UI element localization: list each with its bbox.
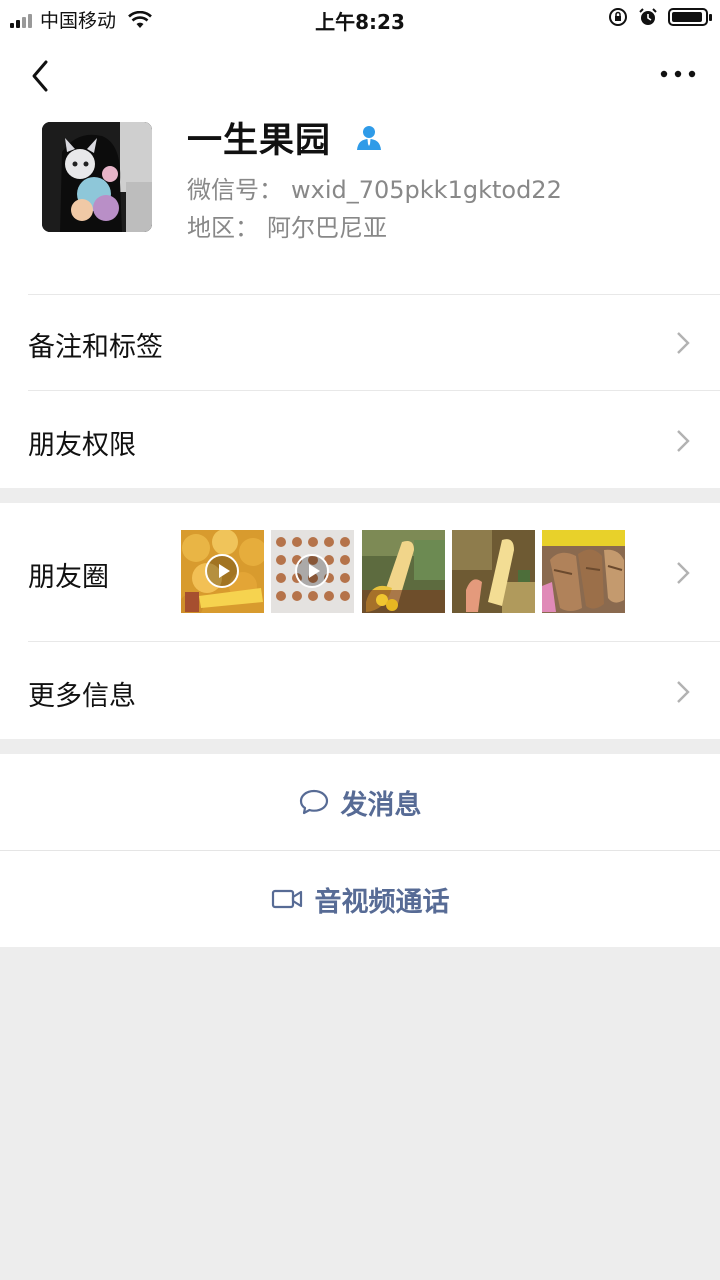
status-right	[608, 7, 712, 27]
status-bar: 中国移动 上午8:23	[0, 0, 720, 40]
moments-thumbnail[interactable]	[362, 530, 445, 613]
wechat-id-line: 微信号： wxid_705pkk1gktod22	[187, 170, 562, 205]
moments-thumbnail[interactable]	[542, 530, 625, 613]
rotation-lock-icon	[609, 8, 627, 26]
wechat-id-value: wxid_705pkk1gktod22	[291, 176, 562, 204]
more-options-button[interactable]	[658, 62, 698, 86]
profile-name: 一生果园	[187, 121, 332, 161]
chat-bubble-icon	[299, 789, 328, 815]
moments-thumbnail[interactable]	[271, 530, 354, 613]
remarks-tags-label: 备注和标签	[28, 332, 163, 363]
chevron-right-icon	[677, 562, 690, 584]
avatar[interactable]	[42, 122, 152, 232]
chevron-right-icon	[677, 430, 690, 452]
friend-permissions-row[interactable]: 朋友权限	[0, 391, 720, 488]
more-info-label: 更多信息	[28, 681, 136, 712]
chevron-right-icon	[677, 332, 690, 354]
region-value: 阿尔巴尼亚	[267, 214, 387, 242]
moments-thumbnail[interactable]	[452, 530, 535, 613]
battery-level	[672, 12, 702, 22]
send-message-button[interactable]: 发消息	[0, 754, 720, 850]
more-info-row[interactable]: 更多信息	[0, 642, 720, 739]
avatar-image	[42, 122, 152, 232]
friend-permissions-label: 朋友权限	[28, 430, 136, 461]
play-icon	[205, 554, 239, 588]
back-button[interactable]	[22, 56, 62, 96]
battery-icon	[668, 8, 712, 26]
moments-thumbnail[interactable]	[181, 530, 264, 613]
region-label: 地区：	[187, 214, 259, 242]
play-icon	[295, 554, 329, 588]
video-call-button[interactable]: 音视频通话	[0, 851, 720, 947]
profile-card: 一生果园 微信号： wxid_705pkk1gktod22 地区： 阿尔巴尼亚 备注…	[0, 40, 720, 488]
video-call-label: 音视频通话	[314, 886, 450, 918]
moments-row[interactable]: 朋友圈	[0, 503, 720, 641]
contact-person-icon	[357, 126, 381, 150]
remarks-tags-row[interactable]: 备注和标签	[0, 295, 720, 391]
moments-label: 朋友圈	[28, 562, 109, 593]
region-line: 地区： 阿尔巴尼亚	[187, 208, 387, 243]
moments-card: 朋友圈 更多信息	[0, 503, 720, 739]
moments-thumbnails	[181, 530, 631, 613]
send-message-label: 发消息	[340, 789, 422, 821]
alarm-icon	[639, 8, 657, 25]
wechat-id-label: 微信号：	[187, 176, 283, 204]
chevron-right-icon	[677, 681, 690, 703]
video-camera-icon	[271, 889, 302, 909]
